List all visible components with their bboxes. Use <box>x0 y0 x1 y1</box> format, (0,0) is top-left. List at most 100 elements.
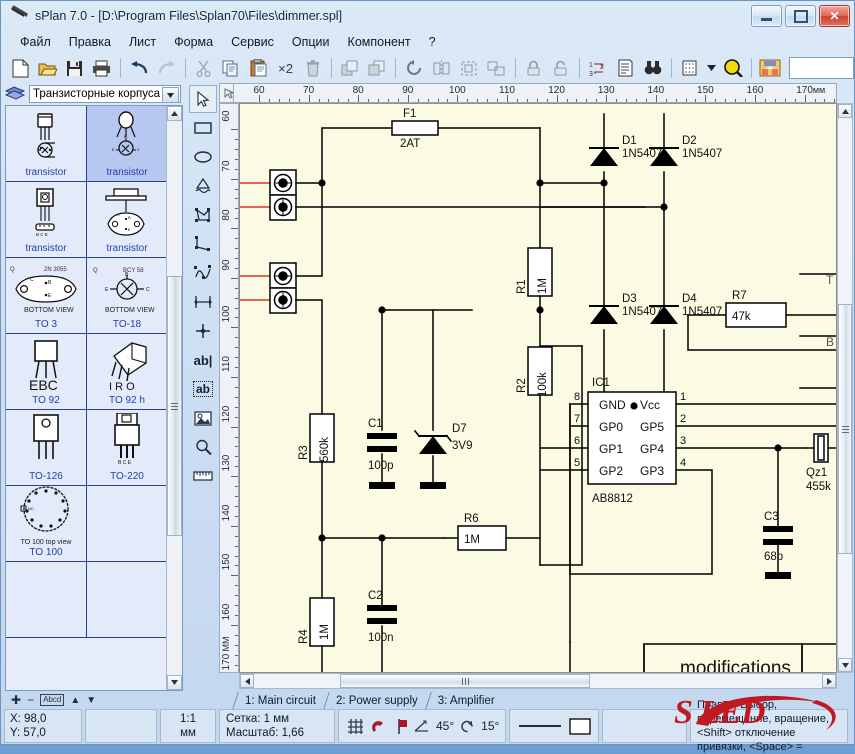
minimize-button[interactable] <box>751 5 782 27</box>
horizontal-ruler[interactable]: 60708090100110120130140150160170мм <box>233 83 837 103</box>
library-selector[interactable]: Транзисторные корпуса <box>29 85 181 103</box>
scroll-up-button[interactable] <box>838 104 852 118</box>
connection-point-tool[interactable] <box>189 317 217 345</box>
scroll-up-button[interactable] <box>167 106 182 121</box>
library-item-transistor-to92[interactable]: transistor <box>6 106 87 182</box>
numbering-icon[interactable]: 123 <box>585 54 611 82</box>
search-input[interactable] <box>789 57 855 79</box>
add-icon[interactable]: ✚ <box>11 693 21 707</box>
zoom-icon[interactable] <box>720 54 746 82</box>
library-item-transistor-to3[interactable]: B E C transistor <box>87 182 168 258</box>
library-panel[interactable]: transistor B E C transistor <box>5 105 183 691</box>
redo-icon[interactable] <box>153 54 179 82</box>
library-item-empty[interactable] <box>87 562 168 638</box>
polyline-tool[interactable] <box>189 230 217 258</box>
rectangle-tool[interactable] <box>189 114 217 142</box>
special-form-tool[interactable] <box>189 172 217 200</box>
library-scrollbar[interactable] <box>166 106 182 690</box>
cut-icon[interactable] <box>191 54 217 82</box>
lock-icon[interactable] <box>520 54 546 82</box>
rotate-icon[interactable] <box>401 54 427 82</box>
library-item-to18[interactable]: Q BCY 58 B E C BOTTOM VIEW TO-18 <box>87 258 168 334</box>
line-style-icon[interactable] <box>518 723 562 729</box>
grid-scale-field[interactable]: Сетка: 1 мм Масштаб: 1,66 <box>219 709 335 743</box>
pointer-tool[interactable] <box>189 85 217 113</box>
save-icon[interactable] <box>62 54 88 82</box>
move-up-icon[interactable]: ▲ <box>70 695 80 706</box>
scroll-down-button[interactable] <box>167 675 182 690</box>
menu-item-sheet[interactable]: Лист <box>120 33 165 51</box>
open-file-icon[interactable] <box>34 54 60 82</box>
angle-icon[interactable] <box>414 719 430 733</box>
library-item-transistor-to18[interactable]: B E C transistor <box>87 106 168 182</box>
scroll-right-button[interactable] <box>822 674 836 688</box>
polygon-tool[interactable] <box>189 201 217 229</box>
menu-item-form[interactable]: Форма <box>165 33 222 51</box>
move-down-icon[interactable]: ▼ <box>86 695 96 706</box>
grid-dropdown-icon[interactable] <box>704 54 719 82</box>
undo-icon[interactable] <box>126 54 152 82</box>
canvas-vertical-scrollbar[interactable] <box>837 103 853 673</box>
paste-icon[interactable] <box>245 54 271 82</box>
library-item-to100[interactable]: NC TO 100 top view TO 100 <box>6 486 87 562</box>
menu-item-service[interactable]: Сервис <box>222 33 283 51</box>
bezier-tool[interactable] <box>189 259 217 287</box>
copy-icon[interactable] <box>218 54 244 82</box>
scroll-down-button[interactable] <box>838 658 852 672</box>
parts-list-icon[interactable] <box>612 54 638 82</box>
library-item-to3[interactable]: Q 2N 3055 B E C BOTTOM VIEW TO 3 <box>6 258 87 334</box>
scroll-left-button[interactable] <box>240 674 254 688</box>
library-item-to92[interactable]: EBC TO 92 <box>6 334 87 410</box>
library-item-to220[interactable]: B C E TO-220 <box>87 410 168 486</box>
bring-front-icon[interactable] <box>337 54 363 82</box>
library-item-to126[interactable]: TO-126 <box>6 410 87 486</box>
mirror-horizontal-icon[interactable] <box>429 54 455 82</box>
measure-tool[interactable] <box>189 462 217 490</box>
print-icon[interactable] <box>89 54 115 82</box>
menu-item-help[interactable]: ? <box>420 33 445 51</box>
dimension-tool[interactable] <box>189 288 217 316</box>
new-file-icon[interactable] <box>7 54 33 82</box>
menu-item-component[interactable]: Компонент <box>339 33 420 51</box>
text-tool[interactable]: ab| <box>189 346 217 374</box>
vertical-ruler[interactable]: 60708090100110120130140150160170ММ <box>219 103 239 673</box>
library-item-to92h[interactable]: I R O TO 92 h <box>87 334 168 410</box>
library-scroll-thumb[interactable] <box>167 276 182 536</box>
tab-power-supply[interactable]: 2: Power supply <box>324 692 426 709</box>
schematic-canvas[interactable]: F1 2AT D1 1N5407 D2 1N5407 D3 1N5407 D4 … <box>239 103 837 673</box>
menu-item-file[interactable]: Файл <box>11 33 60 51</box>
library-item-empty[interactable] <box>6 562 87 638</box>
zoom-tool[interactable] <box>189 433 217 461</box>
unlock-icon[interactable] <box>548 54 574 82</box>
tab-amplifier[interactable]: 3: Amplifier <box>426 692 503 709</box>
remove-icon[interactable]: − <box>27 693 34 707</box>
tab-main-circuit[interactable]: 1: Main circuit <box>233 692 324 709</box>
zoom-ratio-field[interactable]: 1:1 мм <box>160 709 216 743</box>
rotate-step-icon[interactable] <box>460 719 475 734</box>
image-tool[interactable] <box>189 404 217 432</box>
ellipse-tool[interactable] <box>189 143 217 171</box>
vertical-scroll-thumb[interactable] <box>838 304 852 554</box>
textbox-tool[interactable]: ab <box>189 375 217 403</box>
magnet-snap-icon[interactable] <box>370 718 387 735</box>
search-binoculars-icon[interactable] <box>640 54 666 82</box>
library-icon[interactable] <box>757 54 783 82</box>
ungroup-icon[interactable] <box>483 54 509 82</box>
rename-abcd-icon[interactable]: Abcd <box>40 694 64 706</box>
line-style-field[interactable] <box>509 709 599 743</box>
library-item-transistor-to92-flat[interactable]: B C E transistor <box>6 182 87 258</box>
menu-item-options[interactable]: Опции <box>283 33 339 51</box>
duplicate-x2-icon[interactable]: ×2 <box>272 54 298 82</box>
grid-icon[interactable] <box>677 54 703 82</box>
fill-style-icon[interactable] <box>569 718 591 735</box>
send-back-icon[interactable] <box>364 54 390 82</box>
horizontal-scroll-thumb[interactable] <box>340 674 590 688</box>
menu-item-edit[interactable]: Правка <box>60 33 120 51</box>
close-button[interactable]: ✕ <box>819 5 850 27</box>
group-icon[interactable] <box>456 54 482 82</box>
chevron-down-icon[interactable] <box>162 87 179 103</box>
canvas-horizontal-scrollbar[interactable] <box>239 673 837 689</box>
delete-icon[interactable] <box>300 54 326 82</box>
pin-snap-icon[interactable] <box>393 718 408 735</box>
grid-snap-icon[interactable] <box>347 718 364 735</box>
